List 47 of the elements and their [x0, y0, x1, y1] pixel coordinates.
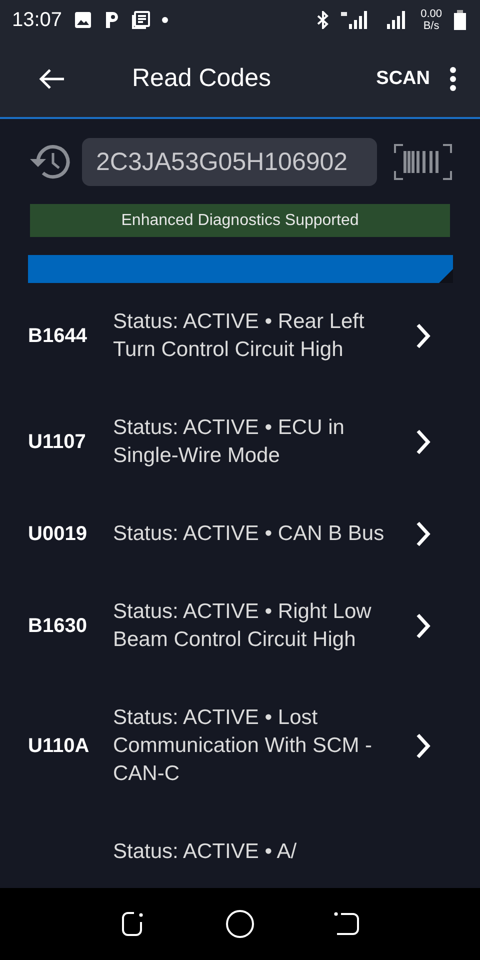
- code-description: Status: ACTIVE • ECU in Single-Wire Mode: [113, 415, 346, 469]
- code-label: U0019: [28, 522, 88, 546]
- chevron-right-icon: [415, 520, 431, 548]
- back-arrow-icon: [38, 68, 66, 90]
- home-icon: [225, 909, 255, 939]
- history-button[interactable]: [28, 143, 72, 181]
- speed-unit: B/s: [423, 20, 440, 32]
- image-icon: [74, 11, 92, 29]
- barcode-icon: [393, 143, 453, 181]
- code-row[interactable]: Status: ACTIVE • A/: [0, 813, 480, 888]
- scan-button[interactable]: SCAN: [376, 68, 430, 90]
- code-description: Status: ACTIVE • CAN B Bus: [113, 521, 385, 547]
- diagnostics-banner: Enhanced Diagnostics Supported: [30, 204, 450, 237]
- home-button[interactable]: [225, 909, 255, 939]
- chevron-right-icon: [415, 612, 431, 640]
- more-button[interactable]: [450, 66, 456, 90]
- back-nav-icon: [333, 910, 361, 938]
- code-description: Status: ACTIVE • Right Low Beam Control Circuit High: [113, 599, 372, 653]
- code-row[interactable]: U0019 Status: ACTIVE • CAN B Bus: [0, 495, 480, 573]
- screen-title: Read Codes: [132, 64, 272, 93]
- vin-field[interactable]: 2C3JA53G05H106902: [82, 138, 377, 186]
- dot-icon: [162, 17, 168, 23]
- code-description: Status: ACTIVE • A/: [113, 839, 298, 865]
- code-row[interactable]: U1107 Status: ACTIVE • ECU in Single-Wire Mode: [0, 389, 480, 495]
- barcode-scan-button[interactable]: [393, 143, 453, 181]
- p-icon: [104, 10, 120, 30]
- chevron-right-icon: [415, 428, 431, 456]
- code-label: B1630: [28, 614, 88, 638]
- code-row[interactable]: B1644 Status: ACTIVE • Rear Left Turn Control Circuit High: [0, 283, 480, 389]
- code-row[interactable]: U110A Status: ACTIVE • Lost Communication With SCM - CAN-C: [0, 679, 480, 813]
- bluetooth-icon: [316, 11, 329, 29]
- more-icon: [450, 66, 456, 90]
- news-icon: [132, 11, 150, 29]
- back-button[interactable]: [38, 68, 66, 90]
- code-label: B1644: [28, 324, 88, 348]
- code-row[interactable]: B1630 Status: ACTIVE • Right Low Beam Control Circuit High: [0, 573, 480, 679]
- code-description: Status: ACTIVE • Rear Left Turn Control Circuit High: [113, 309, 366, 363]
- chevron-right-icon: [415, 732, 431, 760]
- code-description: Status: ACTIVE • Lost Communication With SCM - CAN-C: [113, 705, 374, 787]
- battery-icon: [454, 10, 466, 30]
- clock: 13:07: [12, 8, 62, 32]
- history-icon: [28, 143, 72, 181]
- code-label: U110A: [28, 734, 90, 758]
- chevron-right-icon: [415, 322, 431, 350]
- network-speed: 0.00: [420, 8, 442, 20]
- back-nav-button[interactable]: [333, 910, 361, 938]
- code-label: U1107: [28, 430, 87, 454]
